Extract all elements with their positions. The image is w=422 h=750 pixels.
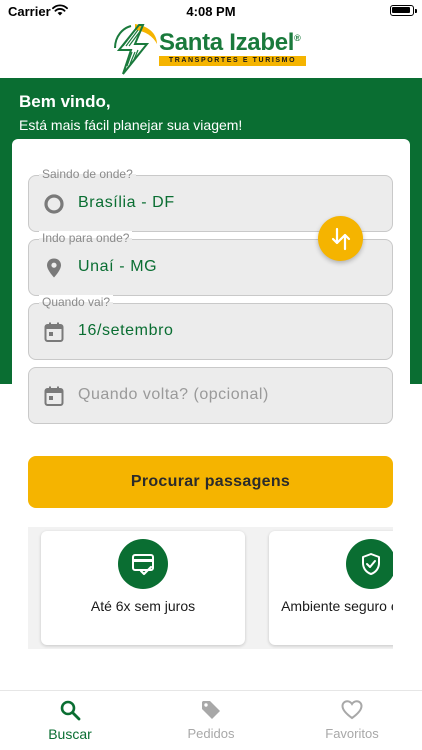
origin-label: Saindo de onde? (39, 167, 136, 181)
search-tickets-button[interactable]: Procurar passagens (28, 456, 393, 508)
swap-arrows-icon (331, 227, 351, 251)
heart-icon (341, 700, 363, 720)
return-date-field[interactable]: Quando volta? (opcional) (28, 367, 393, 424)
brand-name: Santa Izabel® (159, 29, 301, 56)
search-icon (60, 700, 81, 721)
app-header: Santa Izabel® TRANSPORTES E TURISMO (0, 22, 422, 78)
destination-value: Unaí - MG (78, 258, 158, 275)
benefit-card-security: Ambiente seguro e garantido (269, 531, 393, 645)
brand-logo-icon (114, 24, 157, 75)
benefit-text: Ambiente seguro e garantido (281, 598, 393, 614)
welcome-title: Bem vindo, (19, 92, 111, 111)
tab-label: Pedidos (187, 726, 235, 741)
map-pin-icon (47, 258, 61, 278)
shield-check-icon (362, 553, 380, 575)
swap-locations-button[interactable] (318, 216, 363, 261)
tag-icon (202, 701, 220, 719)
return-placeholder: Quando volta? (opcional) (78, 386, 269, 403)
status-time: 4:08 PM (186, 4, 236, 19)
tab-favoritos[interactable]: Favoritos (282, 691, 422, 750)
calendar-icon (44, 386, 64, 406)
tab-label: Buscar (48, 726, 92, 742)
benefit-icon-badge (118, 539, 168, 589)
origin-value: Brasília - DF (78, 194, 175, 211)
benefit-text: Até 6x sem juros (90, 598, 196, 614)
radio-circle-icon (44, 194, 64, 214)
tab-pedidos[interactable]: Pedidos (141, 691, 281, 750)
credit-card-check-icon (132, 554, 154, 576)
benefits-carousel[interactable]: Até 6x sem juros Ambiente seguro e garan… (28, 527, 393, 649)
departure-value: 16/setembro (78, 322, 174, 339)
departure-label: Quando vai? (39, 295, 114, 309)
departure-date-field[interactable]: Quando vai? 16/setembro (28, 295, 393, 360)
calendar-icon (44, 322, 64, 342)
benefit-card-installments: Até 6x sem juros (41, 531, 245, 645)
welcome-subtitle: Está mais fácil planejar sua viagem! (19, 117, 243, 133)
destination-label: Indo para onde? (39, 231, 133, 245)
benefit-icon-badge (346, 539, 393, 589)
bottom-tab-bar: Buscar Pedidos Favoritos (0, 690, 422, 750)
battery-icon (390, 5, 417, 16)
status-bar: Carrier 4:08 PM (0, 0, 422, 22)
tab-label: Favoritos (325, 726, 379, 741)
tab-buscar[interactable]: Buscar (0, 691, 140, 750)
brand-tagline: TRANSPORTES E TURISMO (159, 56, 306, 66)
